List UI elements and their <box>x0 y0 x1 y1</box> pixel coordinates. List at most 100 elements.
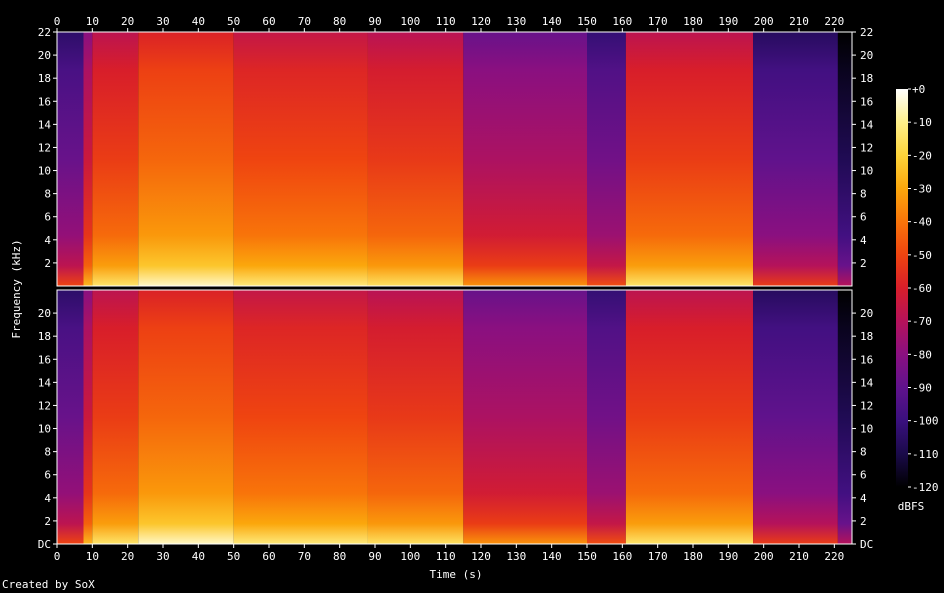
spectrum-segment <box>587 290 626 544</box>
x-tick-label-bottom: 40 <box>192 550 205 563</box>
y-tick-label-right: 8 <box>860 188 867 201</box>
y-tick-label-left: 8 <box>44 188 51 201</box>
y-tick-label-right: 18 <box>860 330 873 343</box>
colorbar: +0 -10 -20 -30 -40 -50 -60 -70 -80 -90 -100 -110 -12… <box>896 83 939 494</box>
spectrum-segment <box>138 32 234 286</box>
x-tick-label-top: 150 <box>577 15 597 28</box>
y-tick-label-left: 10 <box>38 423 51 436</box>
x-tick-label-bottom: 80 <box>333 550 346 563</box>
y-tick-label-left: 4 <box>44 492 51 505</box>
y-tick-label-left: 22 <box>38 26 51 39</box>
spectrum-segment <box>625 32 754 286</box>
x-tick-label-bottom: 20 <box>121 550 134 563</box>
colorbar-tick-label: -40 <box>912 216 932 229</box>
spectrum-segment <box>625 290 754 544</box>
x-tick-label-bottom: 30 <box>156 550 169 563</box>
y-tick-label-right: DC <box>860 538 873 551</box>
y-tick-label-right: 6 <box>860 211 867 224</box>
spectrogram-figure: 0 0 10 10 20 20 30 30 40 40 50 50 60 60 70 70 80 80 90 90 10… <box>10 15 939 581</box>
y-tick-label-left: 16 <box>38 95 51 108</box>
x-tick-label-bottom: 130 <box>506 550 526 563</box>
spectrum-segment <box>753 290 838 544</box>
y-tick-label-left: 14 <box>38 118 52 131</box>
y-tick-label-left: 20 <box>38 307 51 320</box>
x-tick-label-top: 10 <box>86 15 99 28</box>
x-tick-label-top: 110 <box>436 15 456 28</box>
spectrum-segment <box>83 290 93 544</box>
y-tick-label-right: 12 <box>860 399 873 412</box>
colorbar-tick-label: -120 <box>912 481 939 494</box>
x-tick-label-bottom: 150 <box>577 550 597 563</box>
colorbar-tick-label: -70 <box>912 315 932 328</box>
x-tick-label-top: 210 <box>789 15 809 28</box>
y-tick-label-right: 18 <box>860 72 873 85</box>
y-tick-label-left: 12 <box>38 141 51 154</box>
colorbar-tick-label: -100 <box>912 415 939 428</box>
colorbar-tick-label: -20 <box>912 149 932 162</box>
x-tick-label-bottom: 50 <box>227 550 240 563</box>
y-tick-label-right: 10 <box>860 423 873 436</box>
y-tick-label-left: 4 <box>44 234 51 247</box>
x-tick-label-top: 120 <box>471 15 491 28</box>
x-tick-label-bottom: 200 <box>754 550 774 563</box>
colorbar-tick-label: -30 <box>912 183 932 196</box>
y-tick-label-right: 14 <box>860 118 874 131</box>
x-tick-label-top: 140 <box>542 15 562 28</box>
x-tick-label-bottom: 170 <box>648 550 668 563</box>
y-tick-label-left: 20 <box>38 49 51 62</box>
colorbar-tick-label: -50 <box>912 249 932 262</box>
spectrum-segment <box>83 32 93 286</box>
channel-2-panel <box>56 289 853 545</box>
x-tick-label-top: 160 <box>612 15 632 28</box>
x-tick-label-top: 40 <box>192 15 205 28</box>
y-tick-label-left: 6 <box>44 469 51 482</box>
spectrum-segment <box>463 32 587 286</box>
y-tick-label-left: 18 <box>38 330 51 343</box>
x-tick-label-bottom: 220 <box>824 550 844 563</box>
x-tick-label-bottom: 90 <box>368 550 381 563</box>
colorbar-tick-label: -60 <box>912 282 932 295</box>
y-tick-label-right: 16 <box>860 353 873 366</box>
y-tick-label-left: 2 <box>44 257 51 270</box>
y-tick-label-right: 16 <box>860 95 873 108</box>
spectrum-segment <box>92 32 139 286</box>
x-tick-label-top: 90 <box>368 15 381 28</box>
spectrum-segment <box>57 290 84 544</box>
colorbar-tick-label: -80 <box>912 348 932 361</box>
spectrum-segment <box>837 32 852 286</box>
colorbar-gradient <box>896 89 908 487</box>
spectrum-segment <box>57 32 84 286</box>
spectrum-segment <box>367 32 464 286</box>
x-tick-label-bottom: 120 <box>471 550 491 563</box>
x-tick-label-bottom: 180 <box>683 550 703 563</box>
channel-1-panel <box>56 31 853 287</box>
colorbar-tick-label: -10 <box>912 116 932 129</box>
colorbar-tick-label: -90 <box>912 382 932 395</box>
y-tick-label-left: DC <box>38 538 51 551</box>
colorbar-label: dBFS <box>898 500 925 513</box>
y-tick-label-right: 6 <box>860 469 867 482</box>
x-tick-label-top: 20 <box>121 15 134 28</box>
y-tick-label-left: 14 <box>38 376 52 389</box>
x-tick-label-bottom: 110 <box>436 550 456 563</box>
x-tick-label-bottom: 100 <box>400 550 420 563</box>
y-tick-label-left: 16 <box>38 353 51 366</box>
x-tick-label-top: 70 <box>298 15 311 28</box>
y-tick-label-left: 12 <box>38 399 51 412</box>
x-tick-label-top: 50 <box>227 15 240 28</box>
x-tick-label-bottom: 160 <box>612 550 632 563</box>
y-tick-label-left: 8 <box>44 446 51 459</box>
x-tick-label-bottom: 190 <box>718 550 738 563</box>
sox-credit: Created by SoX <box>2 578 95 591</box>
x-tick-label-top: 130 <box>506 15 526 28</box>
y-tick-label-right: 4 <box>860 492 867 505</box>
y-tick-label-right: 12 <box>860 141 873 154</box>
x-tick-label-bottom: 60 <box>262 550 275 563</box>
y-tick-label-left: 10 <box>38 165 51 178</box>
y-tick-label-right: 8 <box>860 446 867 459</box>
y-tick-label-right: 10 <box>860 165 873 178</box>
y-tick-label-left: 2 <box>44 515 51 528</box>
y-tick-label-right: 22 <box>860 26 873 39</box>
spectrum-segment <box>367 290 464 544</box>
spectrum-segment <box>233 32 368 286</box>
